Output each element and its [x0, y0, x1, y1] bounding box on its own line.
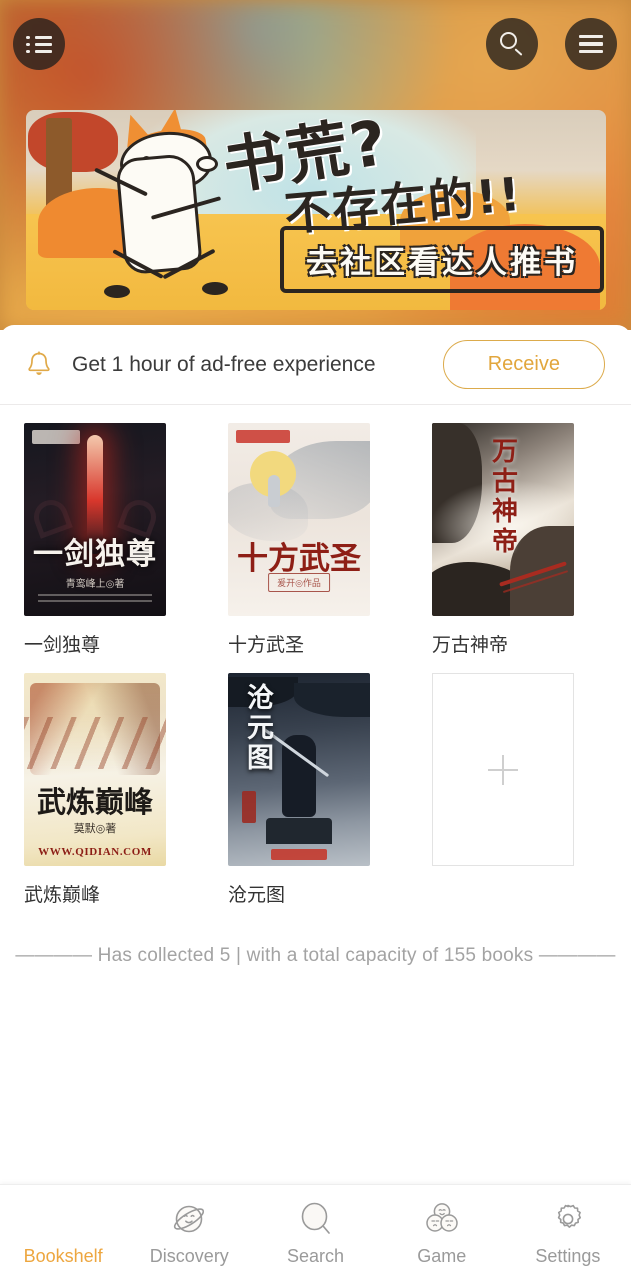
promo-banner[interactable]: 书荒? 不存在的!! 去社区看达人推书: [0, 0, 631, 330]
tab-label: Settings: [535, 1245, 601, 1266]
ad-free-notice-text: Get 1 hour of ad-free experience: [72, 352, 376, 376]
three-faces-icon: [422, 1199, 462, 1239]
book-cover[interactable]: 一剑独尊 青鸾峰上◎著: [24, 423, 166, 616]
book-title: 武炼巅峰: [24, 885, 101, 906]
bell-icon: [22, 348, 56, 382]
bookshelf-icon: [29, 1199, 83, 1239]
book-item[interactable]: 武炼巅峰 莫默◎著 WWW.QIDIAN.COM 武炼巅峰: [24, 673, 199, 907]
gear-icon: [548, 1199, 588, 1239]
tab-discovery[interactable]: Discovery: [126, 1185, 252, 1280]
search-icon: [499, 31, 525, 57]
cover-domain-text: WWW.QIDIAN.COM: [38, 846, 152, 858]
cover-title-text: 万古神帝: [487, 437, 518, 557]
book-item[interactable]: 一剑独尊 青鸾峰上◎著 一剑独尊: [24, 423, 199, 657]
book-cover[interactable]: 沧元图: [228, 673, 370, 866]
book-title: 十方武圣: [228, 635, 305, 656]
cover-title-text: 一剑独尊: [33, 537, 157, 573]
tab-label: Discovery: [149, 1245, 229, 1266]
tab-bookshelf[interactable]: Bookshelf: [0, 1185, 126, 1280]
list-icon: [26, 35, 52, 53]
cover-title-text: 武炼巅峰: [36, 785, 153, 820]
banner-illustration[interactable]: 书荒? 不存在的!! 去社区看达人推书: [26, 110, 606, 310]
bookshelf-list-toggle-button[interactable]: [13, 18, 65, 70]
app-root: 书荒? 不存在的!! 去社区看达人推书 Get 1 hour of ad-fre…: [0, 0, 631, 1280]
receive-reward-button[interactable]: Receive: [442, 340, 605, 389]
search-button[interactable]: [486, 18, 538, 70]
book-item[interactable]: 万古神帝 万古神帝: [432, 423, 607, 657]
book-item[interactable]: 十方武圣 爰开◎作品 十方武圣: [228, 423, 403, 657]
hamburger-menu-icon: [579, 35, 603, 53]
planet-face-icon: [169, 1199, 209, 1239]
cover-author-text: 莫默◎著: [73, 823, 117, 835]
add-book-tile[interactable]: [432, 673, 574, 866]
tab-label: Bookshelf: [23, 1245, 103, 1266]
book-cover[interactable]: 十方武圣 爰开◎作品: [228, 423, 370, 616]
add-book-item[interactable]: [432, 673, 607, 907]
cover-author-text: 青鸾峰上◎著: [65, 579, 125, 590]
banner-cta-box[interactable]: 去社区看达人推书: [280, 226, 604, 293]
book-cover[interactable]: 武炼巅峰 莫默◎著 WWW.QIDIAN.COM: [24, 673, 166, 866]
collected-summary-text: ———— Has collected 5 | with a total capa…: [15, 945, 616, 966]
plus-icon: [488, 754, 518, 785]
menu-button[interactable]: [565, 18, 617, 70]
tab-settings[interactable]: Settings: [505, 1185, 631, 1280]
ad-free-notice-bar: Get 1 hour of ad-free experience Receive: [0, 325, 631, 405]
book-title: 万古神帝: [432, 635, 509, 656]
bookshelf-grid: 一剑独尊 青鸾峰上◎著 一剑独尊 十方武圣 爰开◎作品 十方武圣 万古神帝 万古…: [0, 405, 631, 907]
tab-search[interactable]: Search: [252, 1185, 378, 1280]
cover-author-text: 爰开◎作品: [268, 573, 330, 592]
magnifier-face-icon: [296, 1199, 336, 1239]
tab-label: Search: [286, 1245, 345, 1266]
banner-cta-label: 去社区看达人推书: [306, 245, 578, 281]
cover-title-text: 十方武圣: [237, 541, 361, 577]
cover-title-text: 沧元图: [242, 683, 273, 773]
book-item[interactable]: 沧元图 沧元图: [228, 673, 403, 907]
book-cover[interactable]: 万古神帝: [432, 423, 574, 616]
bottom-tab-bar: Bookshelf Discovery Search Game Settings: [0, 1184, 631, 1280]
book-title: 一剑独尊: [24, 635, 101, 656]
tab-game[interactable]: Game: [379, 1185, 505, 1280]
tab-label: Game: [417, 1245, 467, 1266]
book-title: 沧元图: [228, 885, 286, 906]
